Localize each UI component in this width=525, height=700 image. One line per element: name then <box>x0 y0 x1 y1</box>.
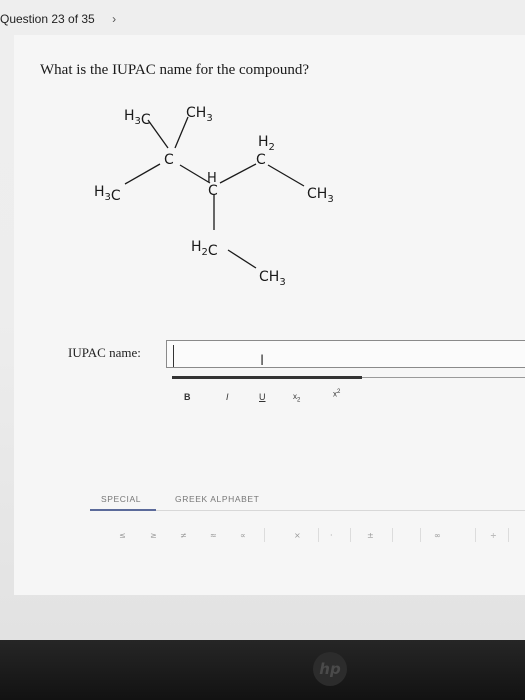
iupac-name-label: IUPAC name: <box>68 345 141 360</box>
superscript-button[interactable]: x2 <box>333 389 340 399</box>
structure-atom-labels: H3C CH3 C H3C H C H2 C CH3 H2C CH3 <box>94 105 334 288</box>
atom-ch3-bottom: CH3 <box>259 269 286 288</box>
symbol-separator <box>350 528 351 542</box>
symbol-separator <box>420 528 421 542</box>
bond-ch-ch2 <box>219 163 257 184</box>
symbol-ne[interactable]: ≠ <box>180 531 187 540</box>
italic-button[interactable]: I <box>226 392 229 402</box>
text-cursor-icon: I <box>260 353 265 369</box>
atom-h3c-left: H3C <box>94 184 121 204</box>
symbol-times[interactable]: × <box>294 531 301 540</box>
underline-button[interactable]: U <box>259 392 266 402</box>
bond-ch2-methyl <box>267 164 305 187</box>
hp-logo: hp <box>313 652 347 686</box>
bond-quat-methyl-top-left <box>147 119 169 149</box>
symbol-infinity[interactable]: ∞ <box>434 531 441 540</box>
symbol-separator <box>475 528 476 542</box>
atom-c-methylene: C <box>256 152 266 168</box>
symbol-le[interactable]: ≤ <box>119 531 126 540</box>
atom-c-quaternary: C <box>164 152 174 168</box>
active-tab-indicator <box>90 509 156 511</box>
bond-quat-methyl-left <box>124 163 161 185</box>
screen: Question 23 of 35 › What is the IUPAC na… <box>0 0 525 640</box>
symbol-separator <box>318 528 319 542</box>
structure-diagram: H3C CH3 C H3C H C H2 C CH3 H2C CH3 <box>94 105 334 288</box>
laptop-bezel <box>0 640 525 700</box>
iupac-answer-box[interactable] <box>166 340 525 368</box>
symbol-plusminus[interactable]: ± <box>367 531 374 540</box>
atom-h2c-bottom: H2C <box>191 239 218 259</box>
symbol-separator <box>508 528 509 542</box>
tab-greek-alphabet[interactable]: GREEK ALPHABET <box>175 494 259 504</box>
toolbar-divider <box>362 377 525 378</box>
symbol-ge[interactable]: ≥ <box>150 531 157 540</box>
bond-quat-methyl-top-right <box>174 116 189 149</box>
symbol-separator <box>264 528 265 542</box>
tab-special[interactable]: SPECIAL <box>101 494 141 504</box>
symbol-divide[interactable]: ÷ <box>490 531 497 540</box>
symbol-separator <box>392 528 393 542</box>
atom-c-methine: C <box>208 183 218 199</box>
atom-ch3-right: CH3 <box>307 186 334 205</box>
iupac-answer-input[interactable] <box>173 345 518 367</box>
atom-ch3-top: CH3 <box>186 105 213 124</box>
symbol-prop[interactable]: ∝ <box>240 531 246 540</box>
bond-ethyl-methyl <box>227 249 257 269</box>
atom-h3c-top: H3C <box>124 108 151 128</box>
atom-h2-methylene: H2 <box>258 134 275 153</box>
symbol-approx[interactable]: ≈ <box>210 531 217 540</box>
bold-button[interactable]: B <box>184 392 191 402</box>
symbol-dot[interactable]: · <box>330 531 333 540</box>
subscript-button[interactable]: x2 <box>293 392 300 404</box>
bond-quat-ch <box>179 164 211 184</box>
toolbar-divider-active <box>172 376 362 379</box>
